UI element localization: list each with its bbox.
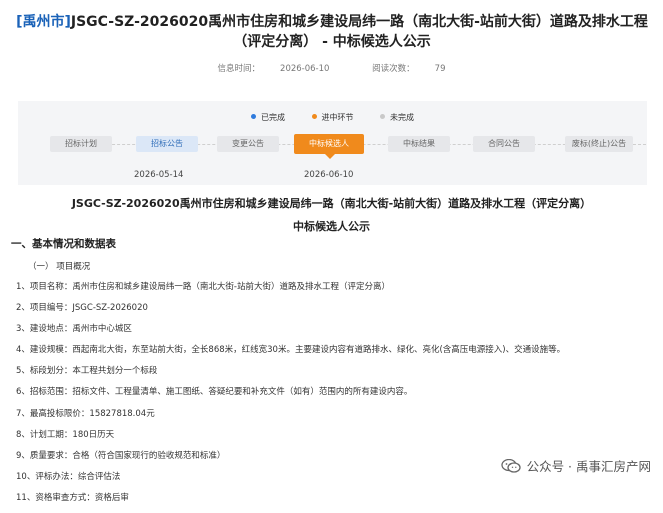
watermark: 公众号 · 禹事汇房产网 — [500, 456, 651, 475]
wechat-icon — [500, 458, 521, 473]
watermark-text: 公众号 · 禹事汇房产网 — [526, 459, 651, 474]
publish-label: 信息时间： — [217, 64, 261, 74]
list-item: 11、资格审查方式：资格后审 — [16, 492, 129, 503]
list-item: 7、最高投标限价：15827818.04元 — [16, 408, 155, 419]
todo-dot-icon — [380, 114, 386, 119]
list-item: 6、招标范围：招标文件、工程量清单、施工图纸、答疑纪要和补充文件（如有）范围内的… — [16, 387, 413, 398]
step-termination-notice[interactable]: 废标(终止)公告 — [565, 136, 633, 152]
progress-legend: 已完成 进中环节 未完成 — [18, 112, 647, 123]
list-item: 2、项目编号：JSGC-SZ-2026020 — [16, 303, 148, 314]
legend-active: 进中环节 — [311, 113, 354, 122]
legend-done-label: 已完成 — [260, 113, 285, 122]
step-award-result[interactable]: 中标结果 — [388, 136, 450, 152]
legend-done: 已完成 — [250, 113, 285, 122]
list-item: 4、建设规模：西起南北大街，东至站前大街，全长868米，红线宽30米。主要建设内… — [16, 345, 566, 356]
step-winning-candidate[interactable]: 中标候选人 — [294, 134, 364, 159]
subsection-heading: （一） 项目概况 — [28, 262, 91, 272]
step-winning-candidate-date: 2026-06-10 — [304, 170, 354, 180]
done-dot-icon — [250, 114, 256, 119]
document-title-line1: JSGC-SZ-2026020禹州市住房和城乡建设局纬一路（南北大街-站前大街）… — [71, 197, 592, 210]
active-dot-icon — [311, 114, 317, 119]
list-item: 8、计划工期：180日历天 — [16, 429, 115, 440]
views-info: 阅读次数： 79 — [362, 64, 455, 74]
list-item: 5、标段划分：本工程共划分一个标段 — [16, 366, 158, 377]
step-bid-notice[interactable]: 招标公告 — [136, 136, 198, 152]
legend-todo: 未完成 — [380, 113, 414, 122]
section-heading: 一、基本情况和数据表 — [11, 238, 116, 250]
page-title-text: JSGC-SZ-2026020禹州市住房和城乡建设局纬一路（南北大街-站前大街）… — [70, 14, 648, 50]
legend-todo-label: 未完成 — [390, 113, 415, 122]
step-bid-notice-date: 2026-05-14 — [134, 170, 184, 180]
progress-panel: 已完成 进中环节 未完成 招标计划 招标公告 变更公告 中标候选人 中标结果 合… — [18, 101, 647, 185]
document-title-line2: 中标候选人公示 — [293, 220, 370, 233]
publish-time: 2026-06-10 — [280, 64, 330, 74]
step-change-notice[interactable]: 变更公告 — [217, 136, 279, 152]
list-item: 3、建设地点：禹州市中心城区 — [16, 324, 132, 335]
page-title: [禹州市]JSGC-SZ-2026020禹州市住房和城乡建设局纬一路（南北大街-… — [14, 12, 650, 52]
views-count: 79 — [434, 64, 446, 74]
project-info-list: 1、项目名称：禹州市住房和城乡建设局纬一路（南北大街-站前大街）道路及排水工程（… — [16, 281, 656, 513]
step-bid-plan[interactable]: 招标计划 — [50, 136, 112, 152]
publish-info: 信息时间： 2026-06-10 — [208, 64, 340, 74]
meta-bar: 信息时间： 2026-06-10 阅读次数： 79 — [0, 62, 663, 74]
step-contract-notice[interactable]: 合同公告 — [473, 136, 535, 152]
legend-active-label: 进中环节 — [321, 113, 354, 122]
region-tag-link[interactable]: [禹州市] — [16, 14, 71, 30]
list-item: 1、项目名称：禹州市住房和城乡建设局纬一路（南北大街-站前大街）道路及排水工程（… — [16, 282, 390, 292]
views-label: 阅读次数： — [372, 64, 415, 74]
document-title: JSGC-SZ-2026020禹州市住房和城乡建设局纬一路（南北大街-站前大街）… — [0, 195, 663, 236]
